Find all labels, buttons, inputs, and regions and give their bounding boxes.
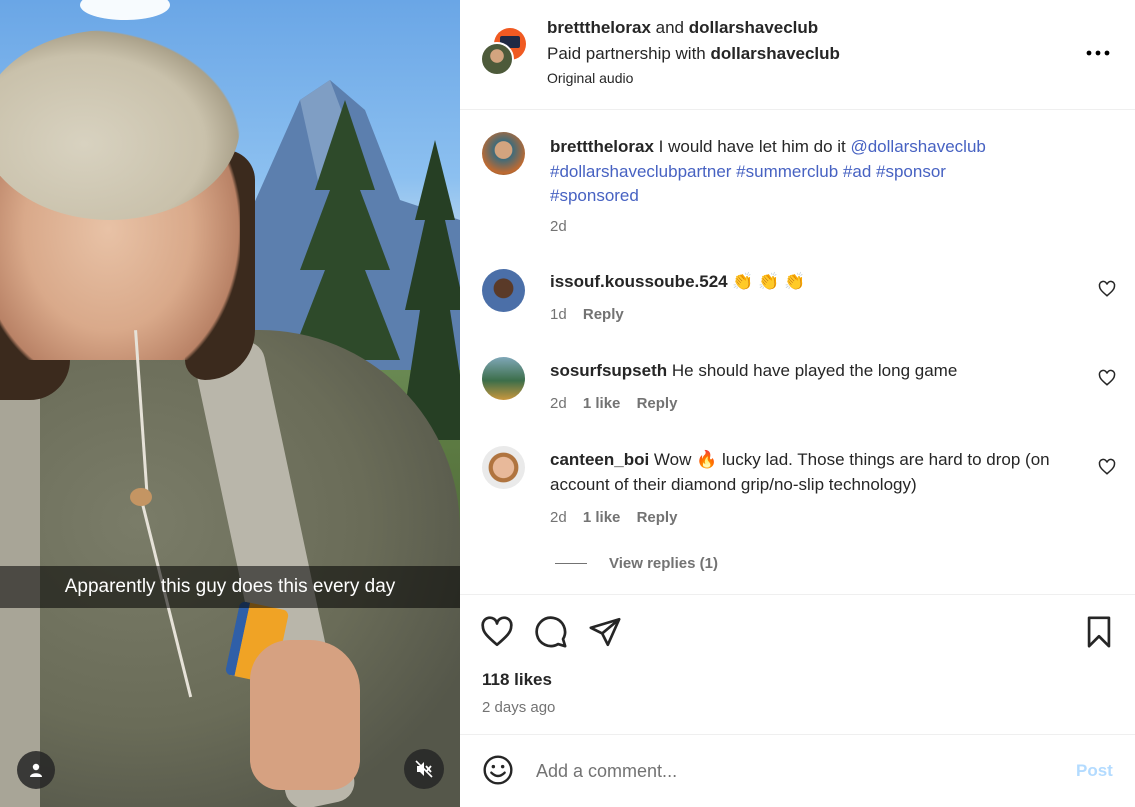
- comment-username[interactable]: brettthelorax: [550, 137, 654, 156]
- reply-button[interactable]: Reply: [583, 306, 624, 323]
- collaborator-link[interactable]: dollarshaveclub: [689, 18, 818, 37]
- hashtag-links[interactable]: #dollarshaveclubpartner #summerclub #ad …: [550, 162, 946, 181]
- avatar[interactable]: [482, 132, 525, 175]
- like-comment-heart-icon[interactable]: [1098, 280, 1116, 298]
- comment-username[interactable]: sosurfsupseth: [550, 361, 667, 380]
- video-caption: Apparently this guy does this every day: [0, 566, 460, 608]
- comment-content: 👏 👏 👏: [727, 272, 806, 291]
- comment-time: 1d: [550, 306, 567, 323]
- avatar[interactable]: [482, 269, 525, 312]
- comment-text: issouf.koussoube.524 👏 👏 👏: [550, 270, 1070, 295]
- reply-button[interactable]: Reply: [637, 395, 678, 412]
- heart-icon[interactable]: [480, 615, 514, 649]
- post-authors: brettthelorax and dollarshaveclub: [547, 18, 818, 38]
- caption-text: I would have let him do it: [653, 137, 851, 156]
- like-comment-heart-icon[interactable]: [1098, 369, 1116, 387]
- comment-likes[interactable]: 1 like: [583, 395, 621, 412]
- partnership-prefix: Paid partnership with: [547, 44, 711, 63]
- comment-meta: 2d 1 like Reply: [550, 395, 689, 412]
- speaker-muted-icon: [415, 760, 433, 778]
- cloud: [80, 0, 170, 20]
- hashtag-link[interactable]: #sponsored: [550, 186, 639, 205]
- avatar[interactable]: [482, 357, 525, 400]
- collab-avatars[interactable]: [480, 28, 528, 76]
- comment-text: sosurfsupseth He should have played the …: [550, 359, 1070, 384]
- send-icon[interactable]: [588, 615, 622, 649]
- post-header: brettthelorax and dollarshaveclub Paid p…: [460, 0, 1135, 110]
- paid-partnership-label: Paid partnership with dollarshaveclub: [547, 44, 840, 64]
- comment-username[interactable]: issouf.koussoube.524: [550, 272, 728, 291]
- post-comment-button[interactable]: Post: [1076, 761, 1113, 781]
- comment-time: 2d: [550, 218, 567, 235]
- author-link[interactable]: brettthelorax: [547, 18, 651, 37]
- reel-video[interactable]: Apparently this guy does this every day: [0, 0, 460, 807]
- avatar[interactable]: [482, 446, 525, 489]
- comment-text: canteen_boi Wow 🔥 lucky lad. Those thing…: [550, 448, 1080, 497]
- avatar: [480, 42, 514, 76]
- comment-time: 2d: [550, 509, 567, 526]
- view-replies-label: View replies (1): [609, 555, 718, 572]
- post-caption: brettthelorax I would have let him do it…: [550, 135, 1070, 209]
- comment-time: 2d: [550, 395, 567, 412]
- comment-username[interactable]: canteen_boi: [550, 450, 649, 469]
- comment-input[interactable]: [536, 753, 1056, 789]
- post-side-panel: brettthelorax and dollarshaveclub Paid p…: [460, 0, 1135, 807]
- reply-button[interactable]: Reply: [637, 509, 678, 526]
- post-actions: 118 likes 2 days ago: [460, 594, 1135, 734]
- bookmark-icon[interactable]: [1082, 615, 1116, 649]
- comment-icon[interactable]: [534, 615, 568, 649]
- cord-bead: [130, 488, 152, 506]
- tagged-users-button[interactable]: [17, 751, 55, 789]
- hand: [250, 640, 360, 790]
- comment-meta: 1d Reply: [550, 306, 636, 323]
- and-text: and: [650, 18, 689, 37]
- comments-list[interactable]: brettthelorax I would have let him do it…: [460, 111, 1135, 594]
- audio-link[interactable]: Original audio: [547, 70, 633, 86]
- emoji-icon[interactable]: [482, 754, 514, 786]
- comment-likes[interactable]: 1 like: [583, 509, 621, 526]
- comment-meta: 2d 1 like Reply: [550, 509, 689, 526]
- post-timestamp: 2 days ago: [482, 699, 556, 716]
- like-comment-heart-icon[interactable]: [1098, 458, 1116, 476]
- divider: [555, 563, 587, 564]
- partnership-brand-link[interactable]: dollarshaveclub: [710, 44, 839, 63]
- user-icon: [30, 763, 42, 777]
- more-options-button[interactable]: [1085, 40, 1111, 66]
- mention-link[interactable]: @dollarshaveclub: [850, 137, 985, 156]
- comment-content: He should have played the long game: [667, 361, 958, 380]
- more-options-icon: [1086, 50, 1110, 56]
- comment-composer: Post: [460, 734, 1135, 807]
- likes-count[interactable]: 118 likes: [482, 670, 552, 690]
- view-replies-button[interactable]: View replies (1): [555, 555, 718, 572]
- comment-meta: 2d: [550, 218, 579, 235]
- mute-toggle-button[interactable]: [404, 749, 444, 789]
